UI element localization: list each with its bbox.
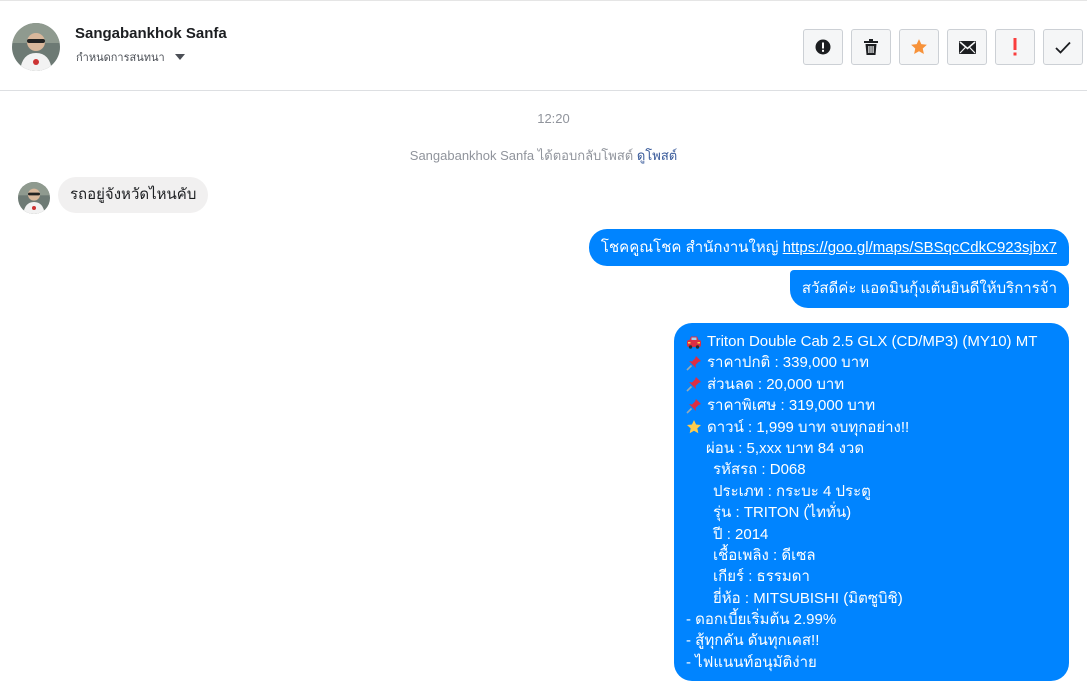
listing-line-text: เชื้อเพลิง : ดีเซล xyxy=(713,546,816,564)
listing-line-text: ยี่ห้อ : MITSUBISHI (มิตซูบิชิ) xyxy=(713,589,903,607)
system-message: Sangabankhok Sanfa ได้ตอบกลับโพสต์ ดูโพส… xyxy=(0,145,1087,166)
listing-line: ยี่ห้อ : MITSUBISHI (มิตซูบิชิ) xyxy=(686,588,1057,609)
mark-unread-button[interactable] xyxy=(947,29,987,65)
maps-link[interactable]: https://goo.gl/maps/SBSqcCdkC923sjbx7 xyxy=(783,239,1057,256)
listing-line: ดาวน์ : 1,999 บาท จบทุกอย่าง!! xyxy=(686,417,1057,438)
listing-line: ส่วนลด : 20,000 บาท xyxy=(686,374,1057,395)
listing-line: Triton Double Cab 2.5 GLX (CD/MP3) (MY10… xyxy=(686,331,1057,352)
view-post-link[interactable]: ดูโพสต์ xyxy=(637,148,677,163)
assign-label: กำหนดการสนทนา xyxy=(76,52,165,64)
chevron-down-icon xyxy=(174,54,185,60)
listing-line-text: - สู้ทุกคัน ดันทุกเคส!! xyxy=(686,632,820,650)
outgoing-message: สวัสดีค่ะ แอดมินกุ้งเต้นยินดีให้บริการจ้… xyxy=(789,270,1069,308)
report-spam-button[interactable] xyxy=(803,29,843,65)
listing-line-text: ปี : 2014 xyxy=(713,525,769,543)
star-icon xyxy=(911,39,927,55)
listing-line: - ดอกเบี้ยเริ่มต้น 2.99% xyxy=(686,609,1057,630)
listing-line: ผ่อน : 5,xxx บาท 84 งวด xyxy=(686,438,1057,459)
conversation-header: Sangabankhok Sanfa กำหนดการสนทนา xyxy=(0,0,1087,91)
contact-name[interactable]: Sangabankhok Sanfa xyxy=(75,25,227,42)
listing-line-text: ราคาพิเศษ : 319,000 บาท xyxy=(707,397,876,415)
car-icon xyxy=(686,334,702,350)
listing-line-text: ราคาปกติ : 339,000 บาท xyxy=(707,354,870,372)
incoming-message: รถอยู่จังหวัดไหนคับ xyxy=(58,177,209,213)
message-text: โชคคูณโชค สำนักงานใหญ่ xyxy=(600,239,783,256)
listing-line: เกียร์ : ธรรมดา xyxy=(686,566,1057,587)
listing-line-text: ประเภท : กระบะ 4 ประตู xyxy=(713,482,871,500)
listing-line: ราคาพิเศษ : 319,000 บาท xyxy=(686,395,1057,416)
listing-line: เชื้อเพลิง : ดีเซล xyxy=(686,545,1057,566)
mark-done-button[interactable] xyxy=(1043,29,1083,65)
listing-line: ปี : 2014 xyxy=(686,524,1057,545)
listing-line-text: - ดอกเบี้ยเริ่มต้น 2.99% xyxy=(686,611,837,629)
sender-avatar[interactable] xyxy=(18,182,50,214)
listing-line: - ไฟแนนท์อนุมัติง่าย xyxy=(686,652,1057,673)
envelope-icon xyxy=(958,40,976,54)
listing-line-text: Triton Double Cab 2.5 GLX (CD/MP3) (MY10… xyxy=(707,333,1038,350)
check-icon xyxy=(1055,41,1071,54)
star-icon xyxy=(686,419,702,435)
listing-line-text: รหัสรถ : D068 xyxy=(713,461,806,479)
listing-line: - สู้ทุกคัน ดันทุกเคส!! xyxy=(686,630,1057,651)
alert-circle-icon xyxy=(815,39,831,55)
exclamation-icon xyxy=(1013,38,1017,56)
listing-line-text: - ไฟแนนท์อนุมัติง่าย xyxy=(686,653,817,671)
delete-button[interactable] xyxy=(851,29,891,65)
listing-line-text: รุ่น : TRITON (ไททั่น) xyxy=(713,504,852,522)
listing-line: ประเภท : กระบะ 4 ประตู xyxy=(686,481,1057,502)
contact-avatar[interactable] xyxy=(12,23,60,71)
outgoing-message: โชคคูณโชค สำนักงานใหญ่ https://goo.gl/ma… xyxy=(588,229,1069,266)
pushpin-icon xyxy=(686,376,702,393)
message-timestamp: 12:20 xyxy=(537,111,570,126)
trash-icon xyxy=(864,39,878,55)
star-button[interactable] xyxy=(899,29,939,65)
listing-line-text: ดาวน์ : 1,999 บาท จบทุกอย่าง!! xyxy=(707,418,910,436)
pushpin-icon xyxy=(686,398,702,414)
outgoing-message-listing: Triton Double Cab 2.5 GLX (CD/MP3) (MY10… xyxy=(674,323,1069,681)
conversation-toolbar xyxy=(803,29,1083,65)
listing-line-text: ส่วนลด : 20,000 บาท xyxy=(707,375,845,393)
listing-line: รุ่น : TRITON (ไททั่น) xyxy=(686,502,1057,523)
follow-up-button[interactable] xyxy=(995,29,1035,65)
listing-line: ราคาปกติ : 339,000 บาท xyxy=(686,352,1057,373)
listing-line-text: เกียร์ : ธรรมดา xyxy=(713,568,810,586)
system-message-text: Sangabankhok Sanfa ได้ตอบกลับโพสต์ xyxy=(409,148,634,163)
listing-line: รหัสรถ : D068 xyxy=(686,459,1057,480)
pushpin-icon xyxy=(686,355,702,371)
listing-line-text: ผ่อน : 5,xxx บาท 84 งวด xyxy=(706,439,865,457)
assign-conversation-dropdown[interactable]: กำหนดการสนทนา xyxy=(76,48,185,66)
